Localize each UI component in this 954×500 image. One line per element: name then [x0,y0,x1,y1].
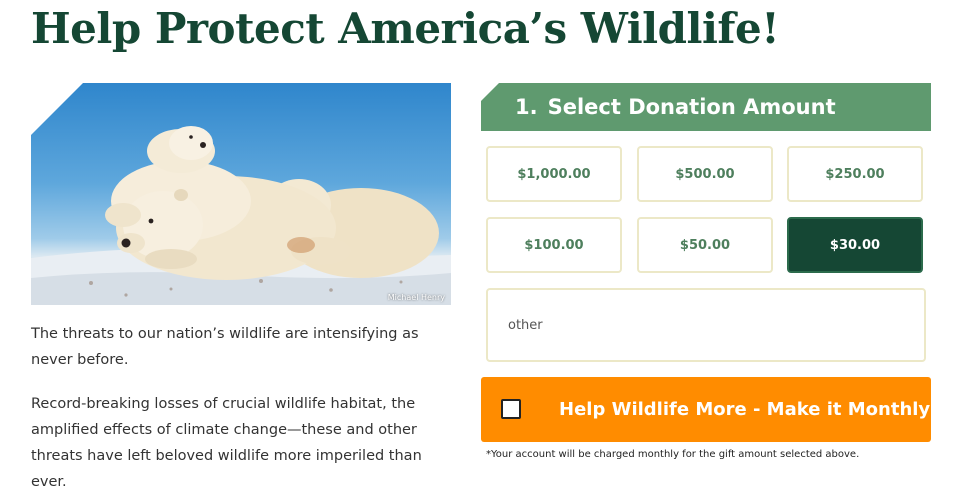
monthly-footnote: *Your account will be charged monthly fo… [486,449,860,460]
step-title: Select Donation Amount [547,95,836,119]
threats-paragraph: Record-breaking losses of crucial wildli… [31,396,422,490]
monthly-checkbox[interactable] [501,399,521,419]
amount-button-30[interactable]: $30.00 [787,217,923,273]
photo-credit: Michael Henry [387,293,445,302]
step-number: 1. [515,95,538,119]
monthly-gift-toggle[interactable]: Help Wildlife More - Make it Monthly! [481,377,938,442]
page-title: Help Protect America’s Wildlife! [31,4,780,53]
amount-button-1000[interactable]: $1,000.00 [486,146,622,202]
amount-button-500[interactable]: $500.00 [637,146,773,202]
amount-button-100[interactable]: $100.00 [486,217,622,273]
amount-button-250[interactable]: $250.00 [787,146,923,202]
donation-step-header: 1. Select Donation Amount [481,83,931,131]
monthly-label: Help Wildlife More - Make it Monthly! [559,399,939,420]
polar-bears-illustration [31,126,451,305]
other-amount-input[interactable] [486,288,926,362]
intro-paragraph: The threats to our nation’s wildlife are… [31,326,419,368]
polar-bears-photo: Michael Henry [31,83,451,305]
amount-button-50[interactable]: $50.00 [637,217,773,273]
